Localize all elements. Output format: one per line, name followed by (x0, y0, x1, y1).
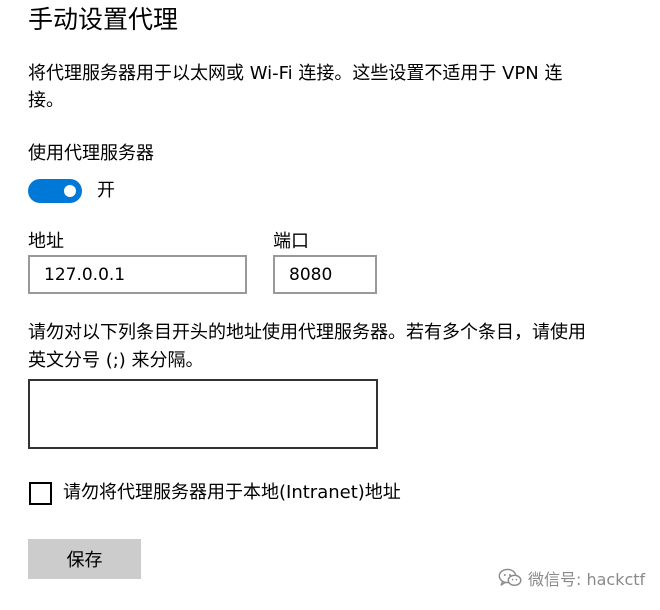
address-input[interactable] (28, 255, 247, 294)
proxy-description: 将代理服务器用于以太网或 Wi-Fi 连接。这些设置不适用于 VPN 连接。 (28, 63, 563, 111)
watermark-text: 微信号: hackctf (528, 570, 646, 589)
exceptions-description: 请勿对以下列条目开头的地址使用代理服务器。若有多个条目，请使用英文分号 (;) … (28, 322, 586, 371)
toggle-state-label: 开 (97, 180, 115, 201)
save-button[interactable]: 保存 (28, 539, 141, 579)
page-title: 手动设置代理 (28, 5, 179, 34)
port-label: 端口 (273, 231, 309, 252)
use-proxy-label: 使用代理服务器 (28, 143, 154, 164)
watermark: 微信号: hackctf (498, 566, 645, 590)
use-proxy-toggle[interactable] (28, 179, 82, 203)
exceptions-input[interactable] (28, 379, 378, 449)
bypass-local-checkbox[interactable] (29, 482, 52, 505)
toggle-knob (64, 185, 76, 197)
port-input[interactable] (273, 255, 377, 294)
wechat-icon (498, 568, 522, 587)
bypass-local-label: 请勿将代理服务器用于本地(Intranet)地址 (63, 482, 401, 503)
address-label: 地址 (28, 231, 64, 252)
